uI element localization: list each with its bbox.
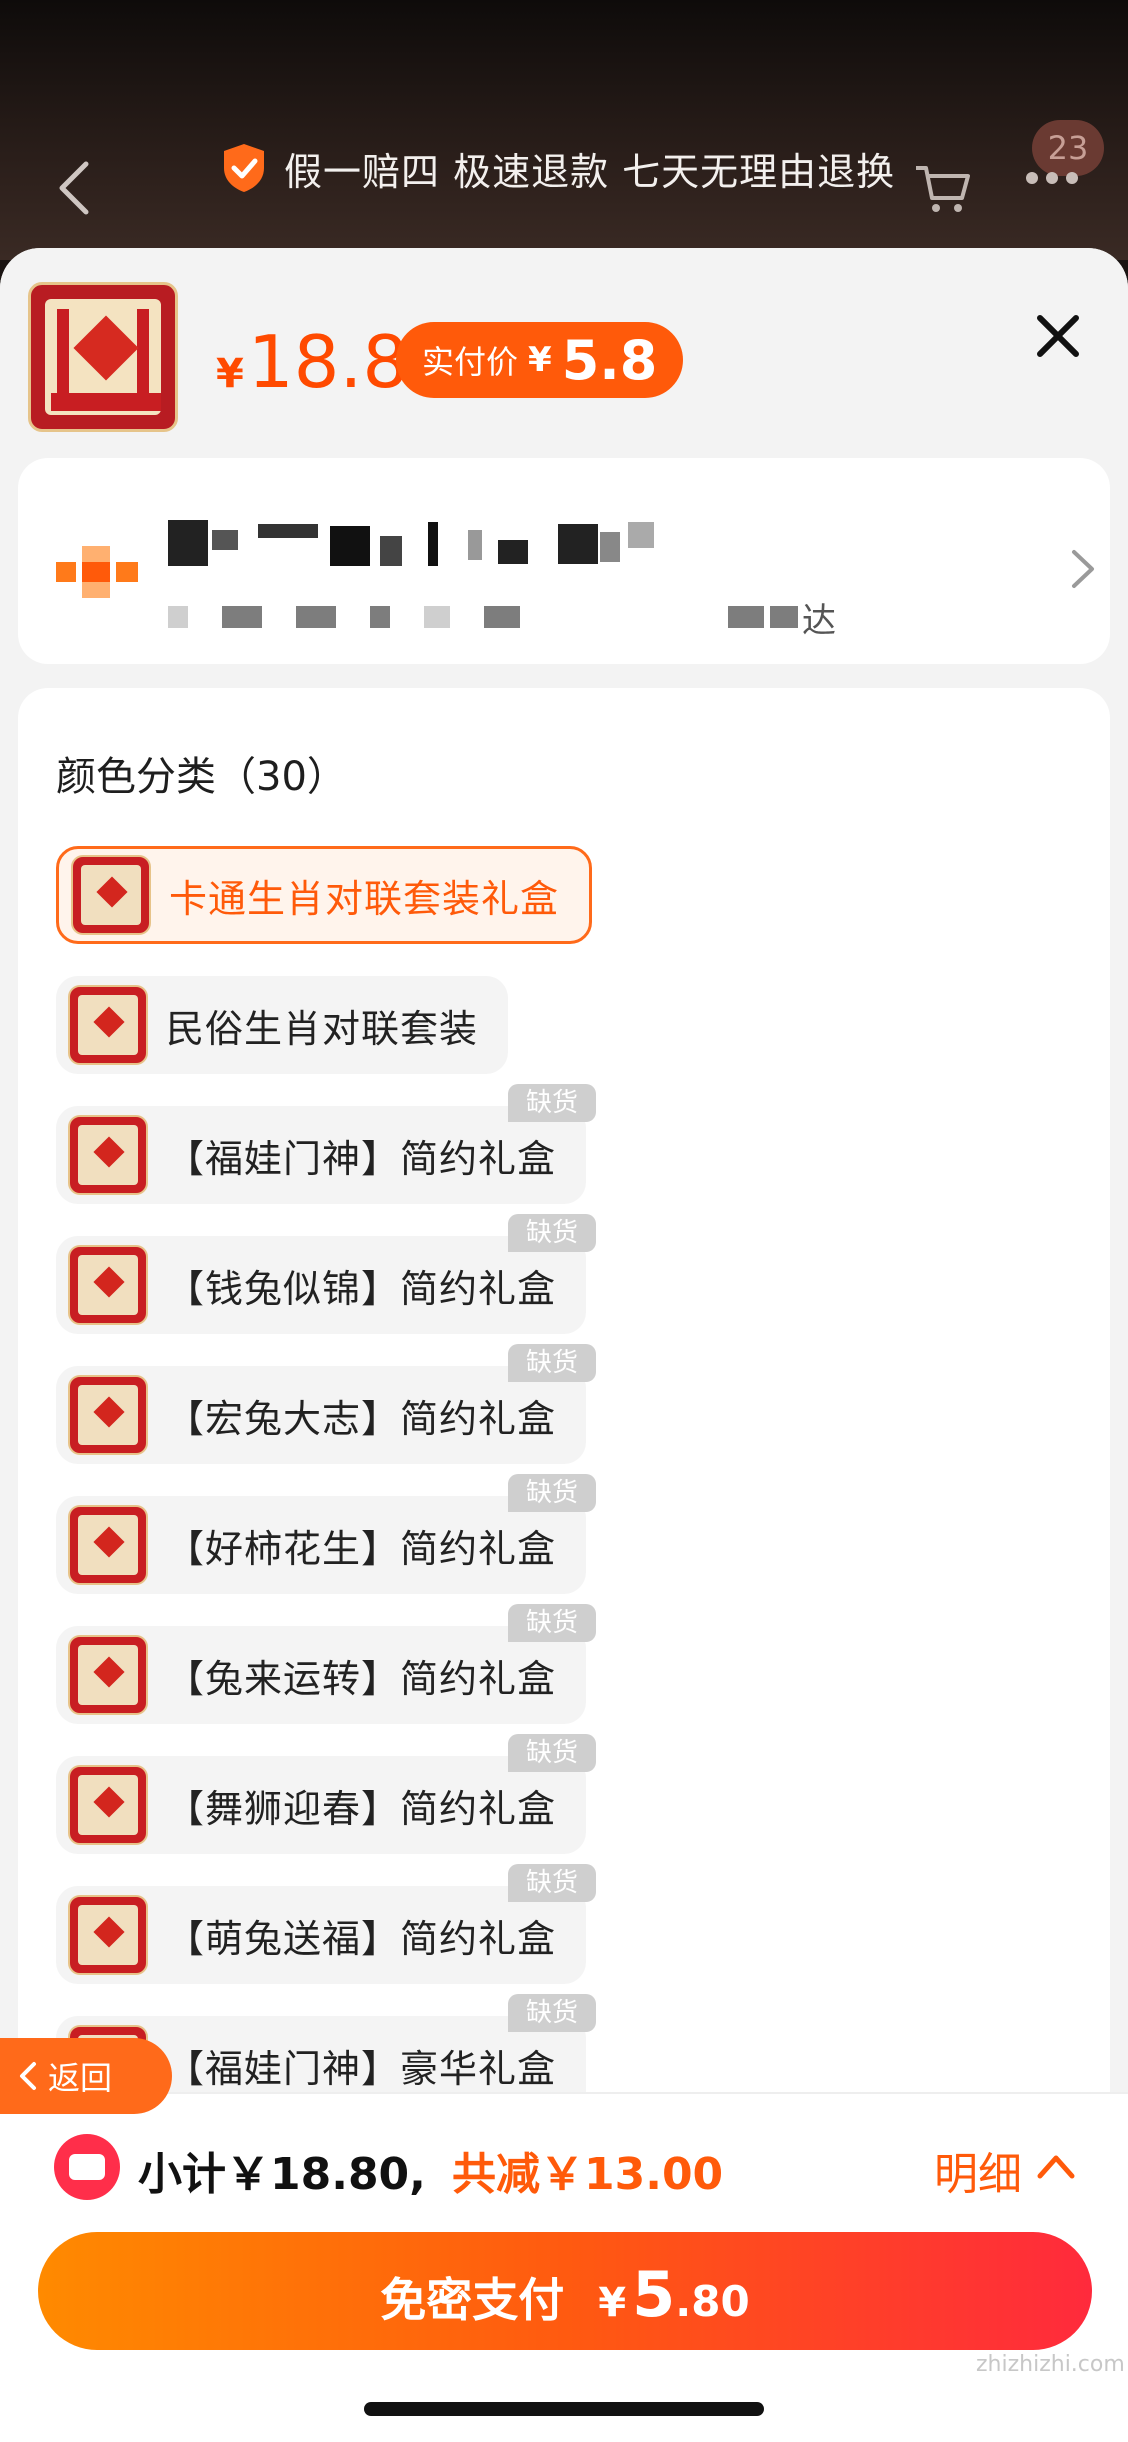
recipient-name-redacted bbox=[168, 520, 654, 566]
guarantee-banner: 假一赔四 极速退款 七天无理由退换 bbox=[220, 138, 895, 198]
watermark: zhizhizhi.com bbox=[976, 2352, 1125, 2377]
paid-price-value: 5.8 bbox=[561, 328, 658, 392]
subtotal-text: 小计￥18.80, bbox=[138, 2149, 426, 2200]
address-text-redacted: 达 bbox=[168, 592, 836, 642]
option-thumbnail bbox=[68, 1635, 148, 1715]
more-icon[interactable] bbox=[1026, 172, 1078, 184]
out-of-stock-badge: 缺货 bbox=[508, 1734, 597, 1772]
back-arrow-icon[interactable] bbox=[54, 160, 94, 216]
option-thumbnail bbox=[68, 1765, 148, 1845]
out-of-stock-badge: 缺货 bbox=[508, 1214, 597, 1252]
home-indicator bbox=[364, 2402, 764, 2416]
option-label: 民俗生肖对联套装 bbox=[166, 1006, 479, 1051]
detail-link[interactable]: 明细 bbox=[934, 2138, 1022, 2202]
option-thumbnail bbox=[68, 1375, 148, 1455]
price-currency: ¥ bbox=[216, 351, 244, 397]
close-icon[interactable] bbox=[1030, 308, 1086, 364]
paid-price-currency: ¥ bbox=[528, 340, 552, 380]
pay-amount-int: 5 bbox=[632, 2258, 676, 2331]
sku-price: ¥ 18.8 bbox=[216, 320, 408, 404]
option-chip[interactable]: 卡通生肖对联套装礼盒 bbox=[56, 846, 593, 944]
option-chip[interactable]: 【兔来运转】简约礼盒 缺货 bbox=[56, 1604, 597, 1724]
section-title: 颜色分类（30） bbox=[56, 754, 347, 800]
cart-count-badge: 23 bbox=[1032, 120, 1104, 176]
option-label: 【宏兔大志】简约礼盒 bbox=[166, 1396, 557, 1441]
option-chip[interactable]: 民俗生肖对联套装 bbox=[56, 976, 509, 1074]
option-chip[interactable]: 【好柿花生】简约礼盒 缺货 bbox=[56, 1474, 597, 1594]
option-label: 【好柿花生】简约礼盒 bbox=[166, 1526, 557, 1571]
option-chip[interactable]: 【萌兔送福】简约礼盒 缺货 bbox=[56, 1864, 597, 1984]
option-label: 【福娃门神】简约礼盒 bbox=[166, 1136, 557, 1181]
option-thumbnail bbox=[68, 1245, 148, 1325]
location-logo-icon bbox=[56, 546, 138, 598]
paid-price-pill: 实付价 ¥ 5.8 bbox=[396, 322, 684, 398]
chevron-up-icon[interactable] bbox=[1036, 2150, 1076, 2180]
option-label: 【福娃门神】豪华礼盒 bbox=[166, 2046, 557, 2091]
option-label: 【兔来运转】简约礼盒 bbox=[166, 1656, 557, 1701]
option-label: 【舞狮迎春】简约礼盒 bbox=[166, 1786, 557, 1831]
address-card[interactable]: 达 bbox=[18, 458, 1110, 664]
sku-header: ¥ 18.8 实付价 ¥ 5.8 bbox=[0, 248, 1128, 448]
option-chip[interactable]: 【福娃门神】简约礼盒 缺货 bbox=[56, 1084, 597, 1204]
option-thumbnail bbox=[71, 855, 151, 935]
option-chip[interactable]: 【钱兔似锦】简约礼盒 缺货 bbox=[56, 1214, 597, 1334]
pay-button[interactable]: 免密支付 ¥ 5 .80 bbox=[38, 2232, 1092, 2350]
cart-icon[interactable] bbox=[912, 158, 972, 218]
out-of-stock-badge: 缺货 bbox=[508, 1474, 597, 1512]
option-label: 卡通生肖对联套装礼盒 bbox=[169, 876, 560, 921]
address-tail-text: 达 bbox=[802, 600, 836, 641]
price-value: 18.8 bbox=[247, 320, 409, 404]
pay-amount-dec: .80 bbox=[675, 2277, 750, 2326]
pay-currency: ¥ bbox=[598, 2280, 627, 2326]
discount-text: 共减￥13.00 bbox=[452, 2149, 724, 2200]
option-label: 【钱兔似锦】简约礼盒 bbox=[166, 1266, 557, 1311]
option-thumbnail bbox=[68, 1895, 148, 1975]
chevron-left-icon bbox=[20, 2062, 36, 2090]
paid-price-label: 实付价 bbox=[422, 343, 519, 381]
option-chip[interactable]: 【舞狮迎春】简约礼盒 缺货 bbox=[56, 1734, 597, 1854]
chevron-right-icon bbox=[1072, 550, 1094, 588]
shield-check-icon bbox=[224, 144, 264, 192]
coupon-icon bbox=[54, 2134, 120, 2200]
product-thumbnail[interactable] bbox=[28, 282, 178, 432]
option-chip[interactable]: 【宏兔大志】简约礼盒 缺货 bbox=[56, 1344, 597, 1464]
option-thumbnail bbox=[68, 1115, 148, 1195]
out-of-stock-badge: 缺货 bbox=[508, 1604, 597, 1642]
out-of-stock-badge: 缺货 bbox=[508, 1864, 597, 1902]
option-thumbnail bbox=[68, 985, 148, 1065]
return-button[interactable]: 返回 bbox=[0, 2038, 172, 2114]
return-label: 返回 bbox=[48, 2059, 113, 2097]
checkout-bar: 小计￥18.80, 共减￥13.00 明细 免密支付 ¥ 5 .80 bbox=[0, 2092, 1128, 2442]
guarantee-text: 假一赔四 极速退款 七天无理由退换 bbox=[284, 149, 896, 194]
pay-label: 免密支付 bbox=[380, 2273, 565, 2327]
option-thumbnail bbox=[68, 1505, 148, 1585]
out-of-stock-badge: 缺货 bbox=[508, 1994, 597, 2032]
top-bar: 假一赔四 极速退款 七天无理由退换 23 bbox=[0, 0, 1128, 260]
out-of-stock-badge: 缺货 bbox=[508, 1084, 597, 1122]
option-label: 【萌兔送福】简约礼盒 bbox=[166, 1916, 557, 1961]
out-of-stock-badge: 缺货 bbox=[508, 1344, 597, 1382]
